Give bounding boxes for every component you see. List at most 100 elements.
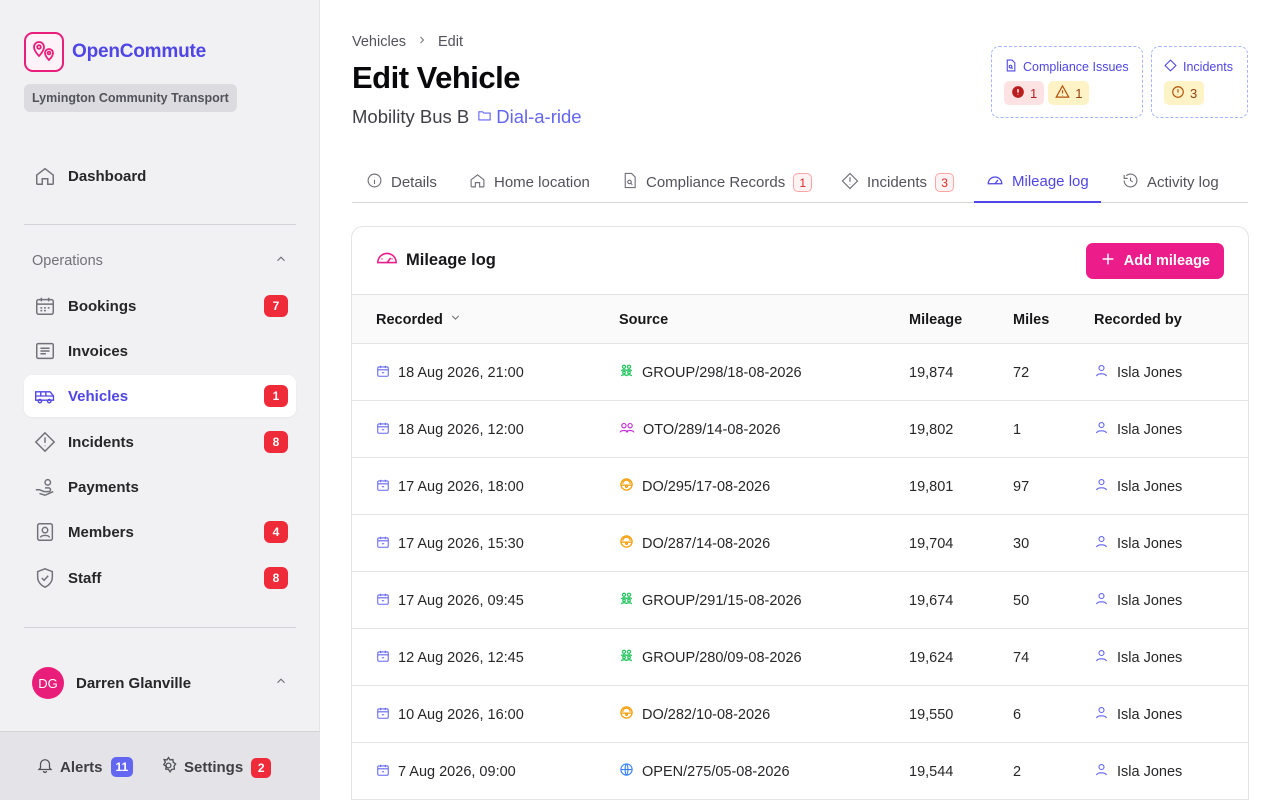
source-cell[interactable]: GROUP/280/09-08-2026 <box>619 629 802 686</box>
source-cell[interactable]: DO/295/17-08-2026 <box>619 458 770 515</box>
vehicle-name: Mobility Bus B <box>352 106 470 127</box>
sidebar: OpenCommute Lymington Community Transpor… <box>0 0 320 800</box>
recorded-by-name: Isla Jones <box>1117 592 1183 609</box>
sidebar-item-bookings[interactable]: Bookings 7 <box>24 285 296 327</box>
page-title: Edit Vehicle <box>352 60 521 95</box>
service-name: Dial-a-ride <box>496 106 582 127</box>
table-row[interactable]: 17 Aug 2026, 15:30 DO/287/14-08-2026 19,70… <box>352 515 1248 572</box>
user-icon <box>1094 762 1109 781</box>
settings-button[interactable]: Settings 2 <box>159 756 272 779</box>
recorded-cell: 17 Aug 2026, 15:30 <box>376 515 524 572</box>
sidebar-item-payments[interactable]: Payments <box>24 466 296 508</box>
operations-section-toggle[interactable]: Operations <box>32 252 288 270</box>
incident-diamond-icon <box>34 431 56 453</box>
recorded-date: 12 Aug 2026, 12:45 <box>398 649 524 666</box>
recorded-cell: 18 Aug 2026, 12:00 <box>376 401 524 458</box>
tab-home-location[interactable]: Home location <box>457 162 602 203</box>
table-row[interactable]: 18 Aug 2026, 21:00 GROUP/298/18-08-2026 19… <box>352 344 1248 401</box>
mileage-cell: 19,874 <box>909 364 954 381</box>
alerts-count-badge: 11 <box>110 757 134 777</box>
table-row[interactable]: 12 Aug 2026, 12:45 GROUP/280/09-08-2026 19… <box>352 629 1248 686</box>
recorded-date: 17 Aug 2026, 09:45 <box>398 592 524 609</box>
source-reference: OPEN/275/05-08-2026 <box>642 763 790 780</box>
miles-cell: 2 <box>1013 763 1022 780</box>
miles-cell: 6 <box>1013 706 1022 723</box>
source-cell[interactable]: GROUP/298/18-08-2026 <box>619 344 802 401</box>
brand[interactable]: OpenCommute <box>24 32 206 72</box>
sidebar-item-incidents[interactable]: Incidents 8 <box>24 421 296 463</box>
mileage-cell: 19,544 <box>909 763 954 780</box>
incidents-chip: 3 <box>1164 81 1205 105</box>
column-header-recorded[interactable]: Recorded <box>376 295 462 344</box>
recorded-by-name: Isla Jones <box>1117 364 1183 381</box>
source-cell[interactable]: GROUP/291/15-08-2026 <box>619 572 802 629</box>
table-row[interactable]: 18 Aug 2026, 12:00 OTO/289/14-08-2026 19,8… <box>352 401 1248 458</box>
table-row[interactable]: 17 Aug 2026, 18:00 DO/295/17-08-2026 19,80… <box>352 458 1248 515</box>
sidebar-item-label: Dashboard <box>68 167 147 185</box>
sidebar-item-vehicles[interactable]: Vehicles 1 <box>24 375 296 417</box>
service-link[interactable]: Dial-a-ride <box>477 106 582 128</box>
group-trip-icon <box>619 363 634 382</box>
sidebar-item-staff[interactable]: Staff 8 <box>24 557 296 599</box>
critical-count: 1 <box>1030 85 1038 101</box>
tab-label: Activity log <box>1147 174 1219 191</box>
miles-cell: 1 <box>1013 421 1022 438</box>
alerts-button[interactable]: Alerts 11 <box>36 756 134 778</box>
gear-icon <box>159 756 178 779</box>
source-cell[interactable]: OTO/289/14-08-2026 <box>619 401 781 458</box>
organisation-chip[interactable]: Lymington Community Transport <box>24 84 237 112</box>
globe-icon <box>619 762 634 781</box>
settings-label: Settings <box>184 759 244 776</box>
source-cell[interactable]: OPEN/275/05-08-2026 <box>619 743 790 800</box>
mileage-cell: 19,704 <box>909 535 954 552</box>
source-cell[interactable]: DO/287/14-08-2026 <box>619 515 770 572</box>
recorded-cell: 12 Aug 2026, 12:45 <box>376 629 524 686</box>
incidents-card[interactable]: Incidents 3 <box>1151 46 1248 118</box>
tab-activity-log[interactable]: Activity log <box>1110 162 1231 203</box>
sidebar-item-label: Bookings <box>68 297 137 315</box>
sidebar-item-members[interactable]: Members 4 <box>24 511 296 553</box>
recorded-date: 18 Aug 2026, 12:00 <box>398 421 524 438</box>
count-badge: 4 <box>264 521 288 543</box>
recorded-date: 17 Aug 2026, 15:30 <box>398 535 524 552</box>
user-menu[interactable]: DG Darren Glanville <box>32 667 288 699</box>
user-icon <box>1094 591 1109 610</box>
panel-title: Mileage log <box>406 251 496 269</box>
source-cell[interactable]: DO/282/10-08-2026 <box>619 686 770 743</box>
recorded-date: 10 Aug 2026, 16:00 <box>398 706 524 723</box>
compliance-issues-label: Compliance Issues <box>1023 60 1129 74</box>
invoice-icon <box>34 340 56 362</box>
tab-compliance-records[interactable]: Compliance Records 1 <box>609 162 824 203</box>
table-row[interactable]: 10 Aug 2026, 16:00 DO/282/10-08-2026 19,55… <box>352 686 1248 743</box>
add-mileage-button[interactable]: Add mileage <box>1085 243 1224 279</box>
table-row[interactable]: 17 Aug 2026, 09:45 GROUP/291/15-08-2026 19… <box>352 572 1248 629</box>
sidebar-item-invoices[interactable]: Invoices <box>24 330 296 372</box>
add-mileage-label: Add mileage <box>1123 253 1210 269</box>
compliance-issues-card[interactable]: Compliance Issues 1 1 <box>991 46 1143 118</box>
recorded-cell: 7 Aug 2026, 09:00 <box>376 743 516 800</box>
calendar-icon <box>376 592 390 610</box>
table-row[interactable]: 7 Aug 2026, 09:00 OPEN/275/05-08-2026 19,5… <box>352 743 1248 800</box>
recorded-by-name: Isla Jones <box>1117 478 1183 495</box>
bus-icon <box>34 385 56 407</box>
tab-incidents[interactable]: Incidents 3 <box>829 162 966 203</box>
tab-label: Incidents <box>867 174 928 191</box>
recorded-date: 7 Aug 2026, 09:00 <box>398 763 516 780</box>
sidebar-item-dashboard[interactable]: Dashboard <box>24 155 296 197</box>
tab-label: Compliance Records <box>646 174 786 191</box>
tab-mileage-log[interactable]: Mileage log <box>974 162 1101 203</box>
source-reference: DO/282/10-08-2026 <box>642 706 771 723</box>
document-search-icon <box>621 172 638 193</box>
recorded-cell: 10 Aug 2026, 16:00 <box>376 686 524 743</box>
breadcrumb-vehicles-link[interactable]: Vehicles <box>352 34 406 50</box>
plus-icon <box>1100 251 1116 271</box>
settings-count-badge: 2 <box>251 757 272 778</box>
sidebar-item-label: Payments <box>68 478 139 496</box>
recorded-by-cell: Isla Jones <box>1094 458 1182 515</box>
recorded-by-cell: Isla Jones <box>1094 401 1182 458</box>
tab-details[interactable]: Details <box>354 162 449 203</box>
info-icon <box>366 172 383 193</box>
recorded-by-cell: Isla Jones <box>1094 629 1182 686</box>
recorded-date: 18 Aug 2026, 21:00 <box>398 364 524 381</box>
source-reference: GROUP/291/15-08-2026 <box>642 592 802 609</box>
